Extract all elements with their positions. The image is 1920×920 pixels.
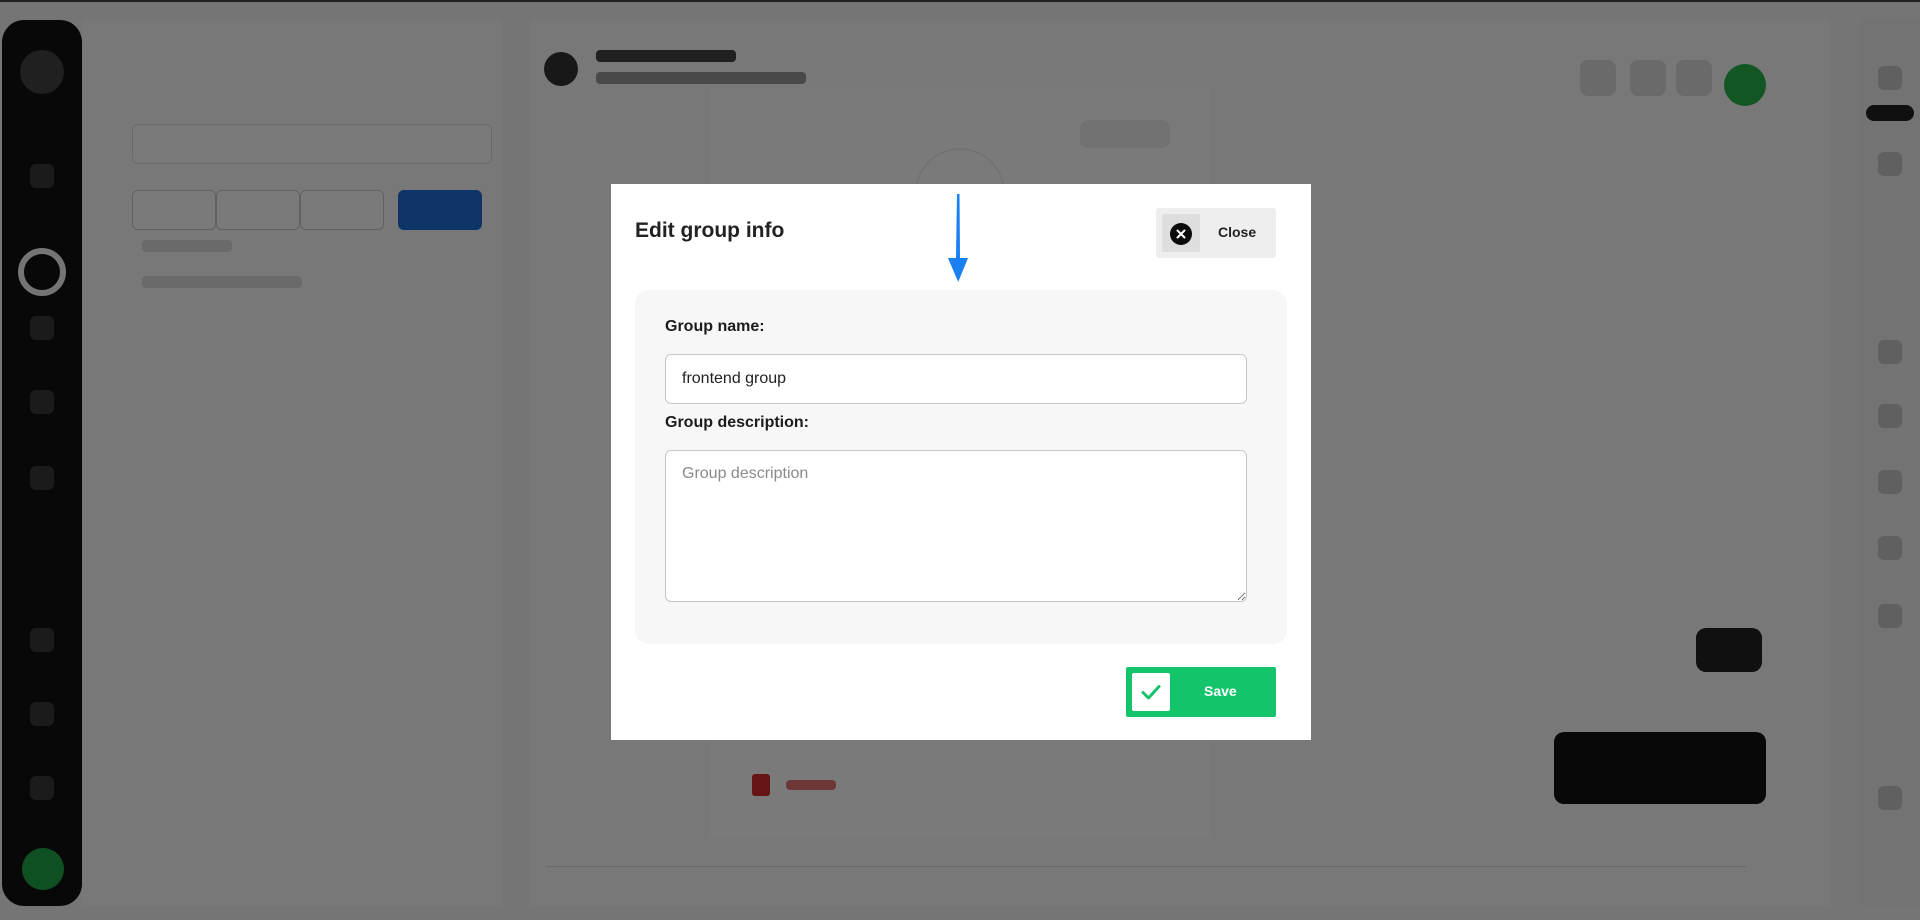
annotation-arrow-icon xyxy=(948,194,968,282)
close-icon xyxy=(1170,223,1192,245)
close-icon-container xyxy=(1162,214,1200,252)
close-label: Close xyxy=(1218,224,1257,240)
save-button[interactable]: Save xyxy=(1126,667,1276,717)
close-button[interactable]: Close xyxy=(1156,208,1276,258)
group-form: Group name: Group description: xyxy=(635,290,1287,644)
group-name-label: Group name: xyxy=(665,318,765,335)
group-description-label: Group description: xyxy=(665,414,809,431)
save-label: Save xyxy=(1204,683,1237,699)
group-description-textarea[interactable] xyxy=(665,450,1247,602)
check-icon xyxy=(1132,673,1170,711)
group-name-input[interactable] xyxy=(665,354,1247,404)
modal-title: Edit group info xyxy=(635,219,785,242)
